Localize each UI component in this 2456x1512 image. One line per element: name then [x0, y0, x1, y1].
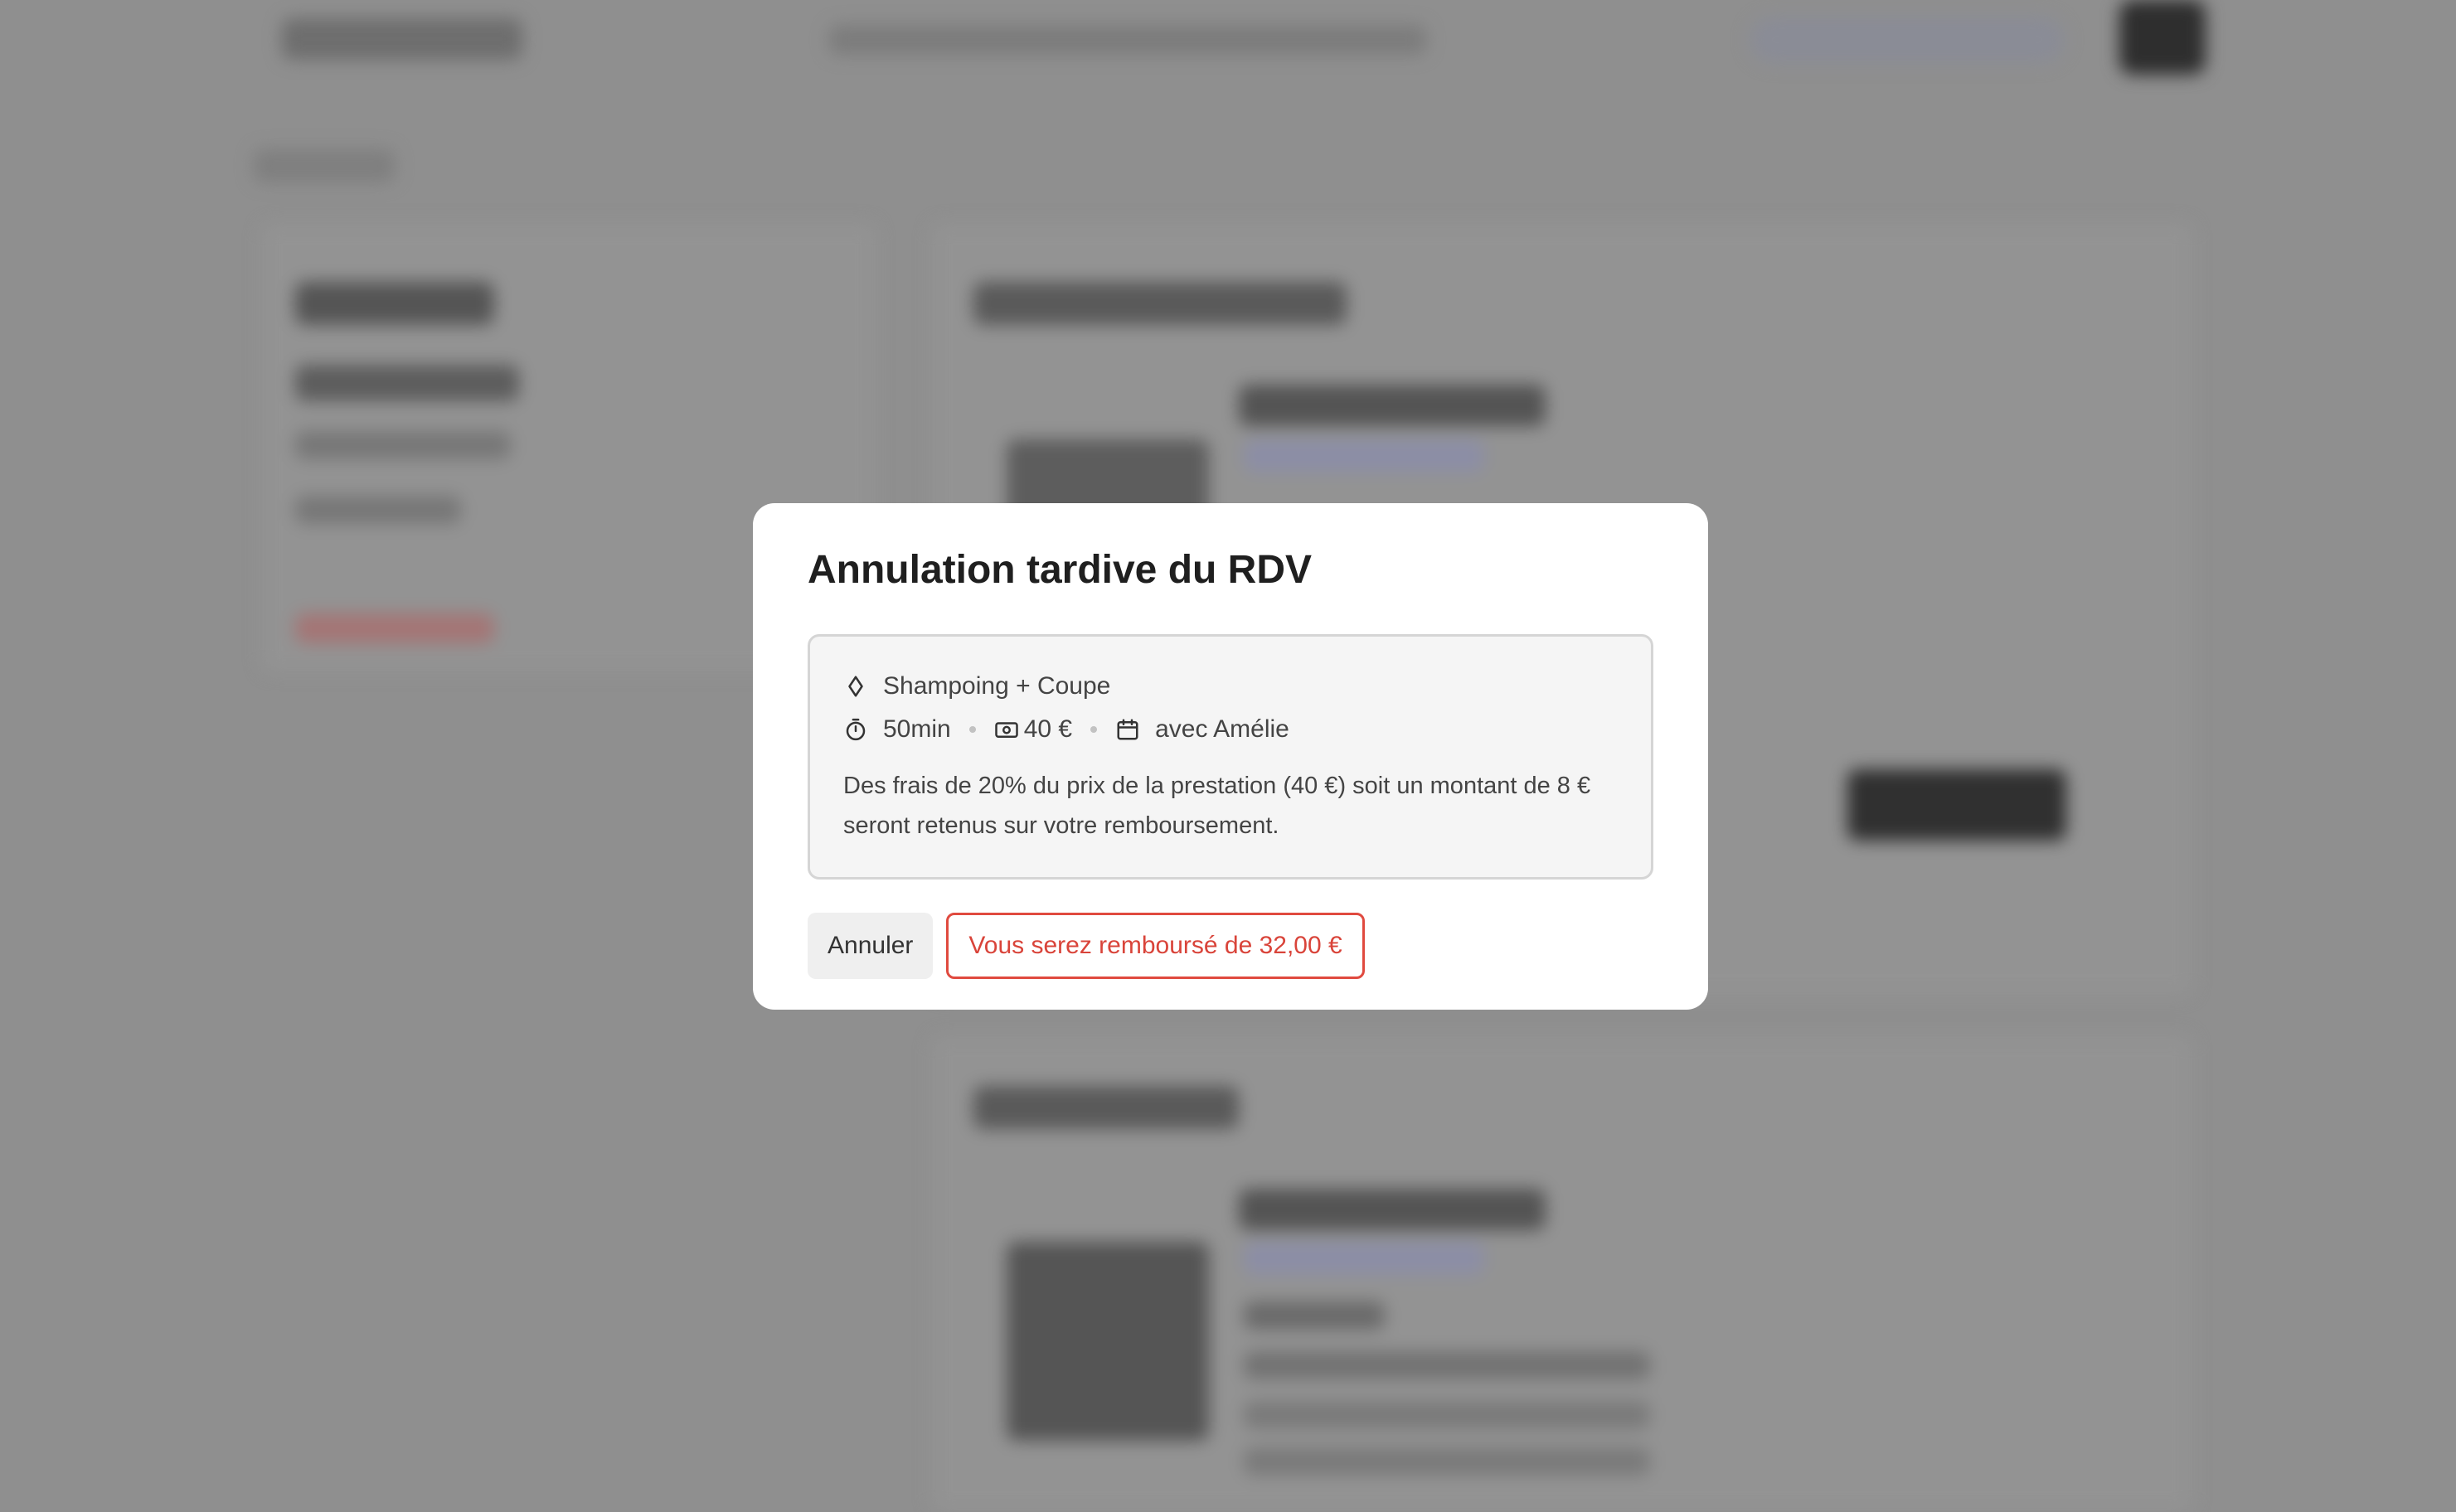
upcoming-tag: [1244, 439, 1484, 472]
confirm-refund-button[interactable]: Vous serez remboursé de 32,00 €: [946, 912, 1365, 979]
sparkle-icon: [843, 674, 868, 699]
upcoming-heading: [973, 282, 1347, 325]
price-text: 40 €: [1023, 715, 1073, 743]
meta-row: 50min 40 € avec Amélie: [843, 708, 1618, 751]
calendar-icon: [1115, 717, 1140, 742]
separator-dot: [968, 725, 976, 733]
breadcrumb: [254, 149, 395, 182]
past-tag: [1244, 1242, 1484, 1275]
sidebar-heading: [295, 282, 494, 325]
timer-icon: [843, 717, 868, 742]
sidebar-red-link: [295, 613, 494, 643]
separator-dot: [1090, 725, 1098, 733]
past-line-2: [1244, 1351, 1650, 1379]
logo: [282, 18, 522, 60]
appointment-details-box: Shampoing + Coupe 50min 40 € avec Amélie…: [808, 633, 1653, 880]
cancellation-fee-note: Des frais de 20% du prix de la prestatio…: [843, 772, 1591, 839]
avatar: [2119, 0, 2206, 75]
cancel-button[interactable]: Annuler: [808, 912, 934, 979]
past-heading: [973, 1086, 1239, 1129]
upcoming-button: [1847, 769, 2066, 841]
past-thumb: [1007, 1242, 1209, 1441]
past-line-3: [1244, 1401, 1650, 1429]
past-line-1: [1244, 1301, 1385, 1330]
service-name: Shampoing + Coupe: [883, 671, 1111, 700]
late-cancellation-dialog: Annulation tardive du RDV Shampoing + Co…: [753, 503, 1708, 1010]
dialog-actions: Annuler Vous serez remboursé de 32,00 €: [808, 912, 1653, 979]
sidebar-subheading: [295, 365, 519, 401]
past-line-4: [1244, 1447, 1650, 1476]
staff-text: avec Amélie: [1155, 715, 1289, 743]
nav-bar: [829, 25, 1426, 55]
sidebar-line-2: [295, 496, 461, 524]
past-title: [1239, 1189, 1546, 1230]
search-pill: [1750, 17, 2065, 63]
service-row: Shampoing + Coupe: [843, 665, 1618, 708]
upcoming-title: [1239, 385, 1546, 426]
banknote-icon: [994, 717, 1019, 742]
dialog-title: Annulation tardive du RDV: [808, 548, 1313, 592]
sidebar-line-1: [295, 431, 511, 459]
duration-text: 50min: [883, 715, 951, 743]
